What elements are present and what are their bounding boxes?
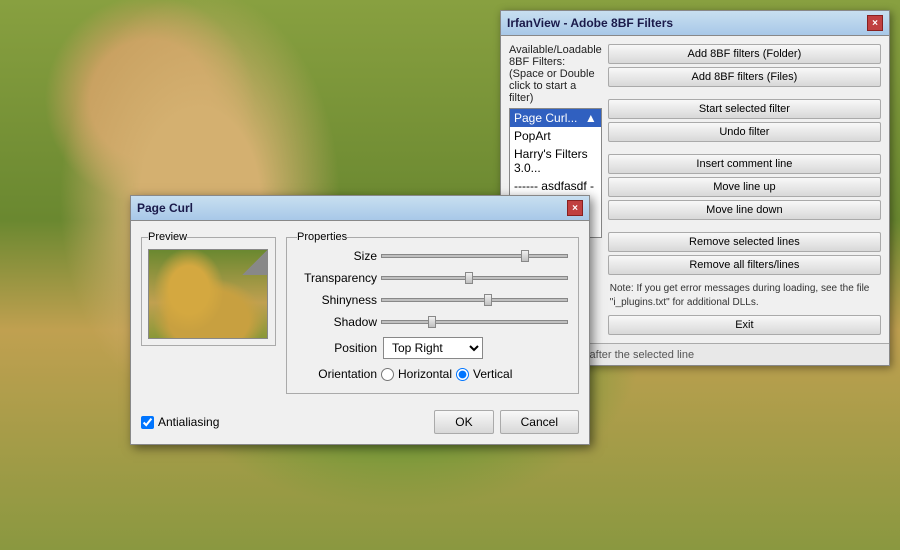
shadow-slider-thumb[interactable] xyxy=(428,316,436,328)
size-row: Size xyxy=(297,249,568,263)
remove-selected-button[interactable]: Remove selected lines xyxy=(608,232,881,252)
filter-item-1[interactable]: PopArt xyxy=(510,127,601,145)
cancel-button[interactable]: Cancel xyxy=(500,410,579,434)
irfan-close-button[interactable]: × xyxy=(867,15,883,31)
pagecurl-body: Preview Properties Size xyxy=(131,221,589,404)
properties-section: Properties Size Transparency xyxy=(286,231,579,394)
transparency-slider-thumb[interactable] xyxy=(465,272,473,284)
add-files-button[interactable]: Add 8BF filters (Files) xyxy=(608,67,881,87)
shinyness-label: Shinyness xyxy=(297,293,377,307)
preview-section: Preview xyxy=(141,231,276,394)
antialiasing-label: Antialiasing xyxy=(158,415,219,429)
footer-buttons: OK Cancel xyxy=(434,410,579,434)
position-select[interactable]: Top Right Top Left Bottom Left Bottom Ri… xyxy=(383,337,483,359)
move-down-button[interactable]: Move line down xyxy=(608,200,881,220)
size-slider-thumb[interactable] xyxy=(521,250,529,262)
insert-comment-button[interactable]: Insert comment line xyxy=(608,154,881,174)
horizontal-radio[interactable] xyxy=(381,368,394,381)
vertical-radio[interactable] xyxy=(456,368,469,381)
pagecurl-titlebar: Page Curl × xyxy=(131,196,589,221)
pagecurl-footer: Antialiasing OK Cancel xyxy=(131,404,589,444)
undo-filter-button[interactable]: Undo filter xyxy=(608,122,881,142)
shadow-row: Shadow xyxy=(297,315,568,329)
add-folder-button[interactable]: Add 8BF filters (Folder) xyxy=(608,44,881,64)
transparency-label: Transparency xyxy=(297,271,377,285)
position-label: Position xyxy=(297,341,377,355)
note-text: Note: If you get error messages during l… xyxy=(608,280,881,312)
irfan-title: IrfanView - Adobe 8BF Filters xyxy=(507,16,673,30)
pagecurl-dialog: Page Curl × Preview Properties Size xyxy=(130,195,590,445)
horizontal-label: Horizontal xyxy=(398,367,452,381)
vertical-label: Vertical xyxy=(473,367,512,381)
vertical-radio-group: Vertical xyxy=(456,367,512,381)
filter-item-2[interactable]: Harry's Filters 3.0... xyxy=(510,145,601,177)
irfan-buttons-panel: Add 8BF filters (Folder) Add 8BF filters… xyxy=(608,44,881,335)
antialiasing-row: Antialiasing xyxy=(141,415,219,429)
antialiasing-checkbox[interactable] xyxy=(141,416,154,429)
shadow-slider[interactable] xyxy=(381,320,568,324)
properties-legend: Properties xyxy=(297,231,347,243)
orientation-row: Orientation Horizontal Vertical xyxy=(297,367,568,381)
position-row: Position Top Right Top Left Bottom Left … xyxy=(297,337,568,359)
ok-button[interactable]: OK xyxy=(434,410,493,434)
start-filter-button[interactable]: Start selected filter xyxy=(608,99,881,119)
size-label: Size xyxy=(297,249,377,263)
size-slider[interactable] xyxy=(381,254,568,258)
filter-item-0[interactable]: Page Curl... ▲ xyxy=(510,109,601,127)
shadow-label: Shadow xyxy=(297,315,377,329)
orientation-label: Orientation xyxy=(297,367,377,381)
filter-list-label: Available/Loadable 8BF Filters: (Space o… xyxy=(509,44,602,104)
irfan-titlebar: IrfanView - Adobe 8BF Filters × xyxy=(501,11,889,36)
transparency-slider[interactable] xyxy=(381,276,568,280)
pagecurl-close-button[interactable]: × xyxy=(567,200,583,216)
shinyness-row: Shinyness xyxy=(297,293,568,307)
move-up-button[interactable]: Move line up xyxy=(608,177,881,197)
pagecurl-title: Page Curl xyxy=(137,201,193,215)
horizontal-radio-group: Horizontal xyxy=(381,367,452,381)
remove-all-button[interactable]: Remove all filters/lines xyxy=(608,255,881,275)
preview-image xyxy=(148,249,268,339)
exit-button[interactable]: Exit xyxy=(608,315,881,335)
preview-curl-effect xyxy=(242,250,267,275)
shinyness-slider[interactable] xyxy=(381,298,568,302)
shinyness-slider-thumb[interactable] xyxy=(484,294,492,306)
preview-legend: Preview xyxy=(148,231,187,243)
transparency-row: Transparency xyxy=(297,271,568,285)
